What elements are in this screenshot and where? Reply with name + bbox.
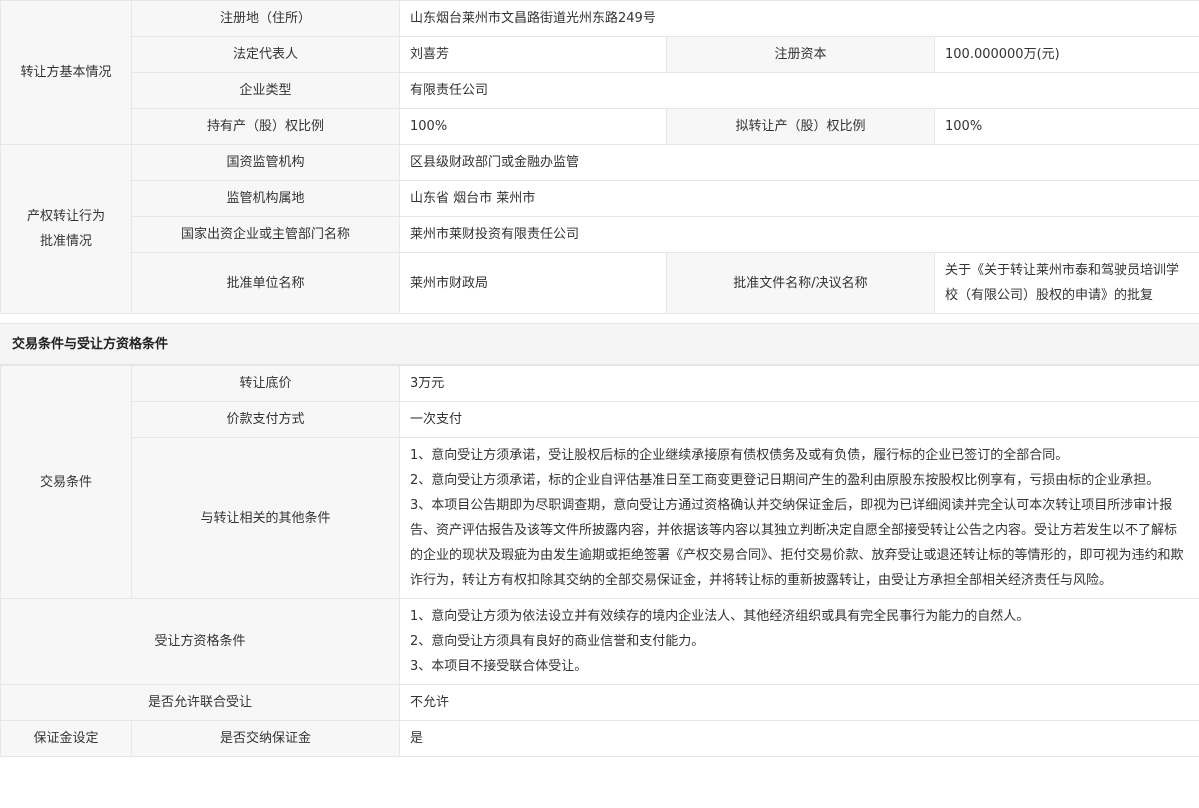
registered-address-value: 山东烟台莱州市文昌路街道光州东路249号 <box>398 0 1199 37</box>
row-deposit: 保证金设定 是否交纳保证金 是 <box>0 720 1199 757</box>
state-enterprise-value: 莱州市莱财投资有限责任公司 <box>398 216 1199 253</box>
other-condition-item: 1、意向受让方须承诺，受让股权后标的企业继续承接原有债权债务及或有负债，履行标的… <box>410 448 1069 463</box>
enterprise-type-label: 企业类型 <box>131 72 400 109</box>
reserve-price-label: 转让底价 <box>131 365 400 402</box>
approval-group-label-line2: 批准情况 <box>39 234 92 249</box>
row-buyer-qualification: 受让方资格条件 1、意向受让方须为依法设立并有效续存的境内企业法人、其他经济组织… <box>0 598 1199 685</box>
deposit-required-label: 是否交纳保证金 <box>131 720 400 757</box>
registered-capital-label: 注册资本 <box>666 36 935 73</box>
payment-method-label: 价款支付方式 <box>131 401 400 438</box>
row-supervisor-location: 监管机构属地 山东省 烟台市 莱州市 <box>1 180 1199 217</box>
other-conditions-value: 1、意向受让方须承诺，受让股权后标的企业继续承接原有债权债务及或有负债，履行标的… <box>399 437 1199 599</box>
legal-representative-label: 法定代表人 <box>131 36 400 73</box>
row-enterprise-type: 企业类型 有限责任公司 <box>1 72 1199 109</box>
joint-bid-label: 是否允许联合受让 <box>0 684 400 721</box>
row-state-enterprise: 国家出资企业或主管部门名称 莱州市莱财投资有限责任公司 <box>1 216 1199 253</box>
transfer-equity-ratio-value: 100% <box>933 108 1199 145</box>
supervisor-label: 国资监管机构 <box>131 144 400 181</box>
buyer-qualification-item: 1、意向受让方须为依法设立并有效续存的境内企业法人、其他经济组织或具有完全民事行… <box>410 609 1030 624</box>
row-equity-ratio: 持有产（股）权比例 100% 拟转让产（股）权比例 100% <box>1 108 1199 145</box>
row-other-conditions: 与转让相关的其他条件 1、意向受让方须承诺，受让股权后标的企业继续承接原有债权债… <box>1 437 1199 599</box>
approval-unit-value: 莱州市财政局 <box>399 252 667 314</box>
reserve-price-value: 3万元 <box>399 365 1199 402</box>
transferor-basic-info-group-label: 转让方基本情况 <box>0 0 132 145</box>
held-equity-ratio-value: 100% <box>399 108 667 145</box>
buyer-qualification-label: 受让方资格条件 <box>0 598 400 685</box>
approval-document-value: 关于《关于转让莱州市泰和驾驶员培训学校（有限公司）股权的申请》的批复 <box>933 252 1199 314</box>
trade-conditions-group-label: 交易条件 <box>0 365 132 599</box>
row-registered-address: 转让方基本情况 注册地（住所） 山东烟台莱州市文昌路街道光州东路249号 <box>0 0 1199 145</box>
buyer-qualification-value: 1、意向受让方须为依法设立并有效续存的境内企业法人、其他经济组织或具有完全民事行… <box>399 598 1199 685</box>
enterprise-type-value: 有限责任公司 <box>398 72 1199 109</box>
approval-unit-label: 批准单位名称 <box>131 252 400 314</box>
approval-group-label-line1: 产权转让行为 <box>26 209 105 224</box>
registered-capital-value: 100.000000万(元) <box>933 36 1199 73</box>
other-condition-item: 3、本项目公告期即为尽职调查期，意向受让方通过资格确认并交纳保证金后，即视为已详… <box>410 498 1184 588</box>
row-supervisor: 产权转让行为 批准情况 国资监管机构 区县级财政部门或金融办监管 <box>0 144 1199 314</box>
section-title: 交易条件与受让方资格条件 <box>0 323 1199 365</box>
other-condition-item: 2、意向受让方须承诺，标的企业自评估基准日至工商变更登记日期间产生的盈利由原股东… <box>410 473 1160 488</box>
trade-conditions-table: 交易条件 转让底价 3万元 价款支付方式 一次支付 与转让相关的其他条件 1、意… <box>0 365 1199 757</box>
supervisor-location-value: 山东省 烟台市 莱州市 <box>398 180 1199 217</box>
state-enterprise-label: 国家出资企业或主管部门名称 <box>131 216 400 253</box>
registered-address-label: 注册地（住所） <box>131 0 400 37</box>
row-joint-bid: 是否允许联合受让 不允许 <box>0 684 1199 721</box>
other-conditions-label: 与转让相关的其他条件 <box>131 437 400 599</box>
buyer-qualification-item: 2、意向受让方须具有良好的商业信誉和支付能力。 <box>410 634 705 649</box>
row-reserve-price: 交易条件 转让底价 3万元 <box>0 365 1199 599</box>
legal-representative-value: 刘喜芳 <box>399 36 667 73</box>
row-approval-unit: 批准单位名称 莱州市财政局 批准文件名称/决议名称 关于《关于转让莱州市泰和驾驶… <box>1 252 1199 314</box>
held-equity-ratio-label: 持有产（股）权比例 <box>131 108 400 145</box>
transfer-equity-ratio-label: 拟转让产（股）权比例 <box>666 108 935 145</box>
payment-method-value: 一次支付 <box>399 401 1199 438</box>
row-legal-representative: 法定代表人 刘喜芳 注册资本 100.000000万(元) <box>1 36 1199 73</box>
supervisor-value: 区县级财政部门或金融办监管 <box>398 144 1199 181</box>
buyer-qualification-item: 3、本项目不接受联合体受让。 <box>410 659 588 674</box>
supervisor-location-label: 监管机构属地 <box>131 180 400 217</box>
deposit-required-value: 是 <box>399 720 1199 757</box>
approval-info-group-label: 产权转让行为 批准情况 <box>0 144 132 314</box>
row-payment-method: 价款支付方式 一次支付 <box>1 401 1199 438</box>
joint-bid-value: 不允许 <box>399 684 1199 721</box>
deposit-group-label: 保证金设定 <box>0 720 132 757</box>
approval-document-label: 批准文件名称/决议名称 <box>666 252 935 314</box>
transferor-info-table: 转让方基本情况 注册地（住所） 山东烟台莱州市文昌路街道光州东路249号 法定代… <box>0 0 1199 314</box>
